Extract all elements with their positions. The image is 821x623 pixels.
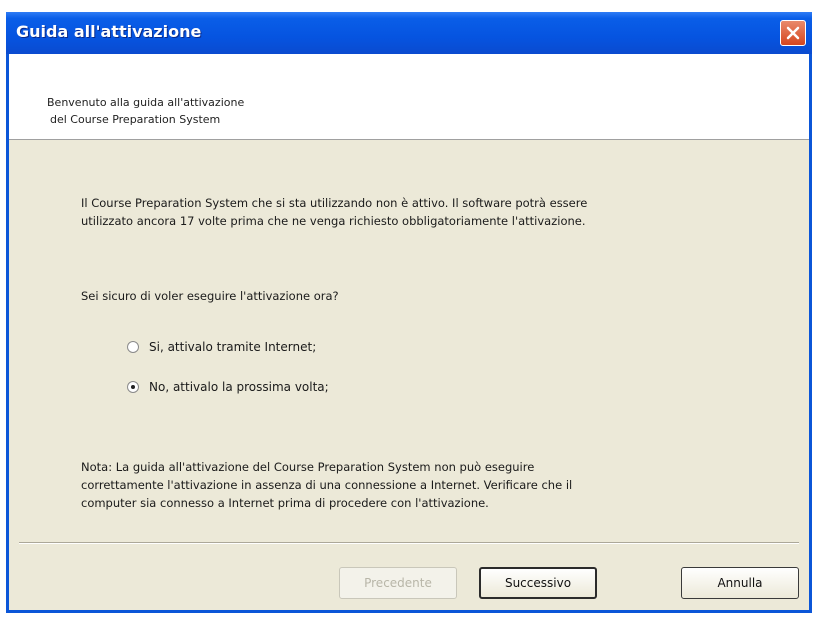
activation-question: Sei sicuro di voler eseguire l'attivazio… [81,289,339,303]
next-button[interactable]: Successivo [479,567,597,599]
close-icon [786,26,800,40]
option-activate-internet-label: Si, attivalo tramite Internet; [149,340,317,354]
welcome-line-1: Benvenuto alla guida all'attivazione [47,96,245,109]
option-activate-internet[interactable]: Si, attivalo tramite Internet; [127,340,316,354]
note-line-3: computer sia connesso a Internet prima d… [81,496,489,510]
radio-activate-later[interactable] [127,381,139,393]
status-paragraph: Il Course Preparation System che si sta … [81,194,781,230]
footer-separator [19,542,799,544]
welcome-text: Benvenuto alla guida all'attivazione del… [47,94,244,128]
cancel-button[interactable]: Annulla [681,567,799,599]
window-title: Guida all'attivazione [16,22,202,41]
radio-activate-internet[interactable] [127,341,139,353]
option-activate-later-label: No, attivalo la prossima volta; [149,380,329,394]
close-button[interactable] [780,20,806,46]
status-line-2: utilizzato ancora 17 volte prima che ne … [81,214,586,228]
activation-wizard-window: Guida all'attivazione Benvenuto alla gui… [6,12,812,613]
note-line-1: Nota: La guida all'attivazione del Cours… [81,460,535,474]
welcome-line-2: del Course Preparation System [50,113,221,126]
note-line-2: correttamente l'attivazione in assenza d… [81,478,573,492]
option-activate-later[interactable]: No, attivalo la prossima volta; [127,380,329,394]
previous-button[interactable]: Precedente [339,567,457,599]
title-bar[interactable]: Guida all'attivazione [6,12,812,54]
status-line-1: Il Course Preparation System che si sta … [81,196,588,210]
wizard-header: Benvenuto alla guida all'attivazione del… [9,54,809,140]
note-paragraph: Nota: La guida all'attivazione del Cours… [81,458,771,512]
